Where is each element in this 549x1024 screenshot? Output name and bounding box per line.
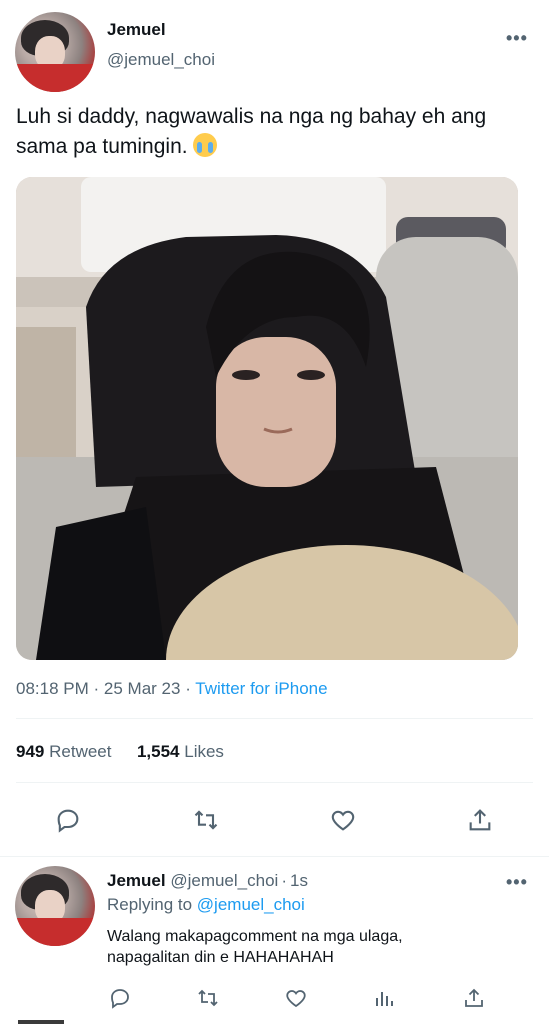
section-divider [0, 856, 549, 857]
meta-separator: · [185, 679, 191, 698]
reply-like-icon[interactable] [282, 984, 310, 1012]
like-icon[interactable] [327, 804, 359, 836]
likes-count: 1,554 [136, 742, 180, 761]
tweet-stats: 949 Retweet 1,554 Likes [16, 742, 224, 762]
photo-illustration [16, 177, 518, 660]
reply-more-options-icon[interactable]: ••• [506, 872, 528, 893]
reply-separator: · [281, 871, 287, 890]
reply-share-icon[interactable] [460, 984, 488, 1012]
retweets-stat[interactable]: 949 Retweet [16, 742, 111, 761]
reply-author-name[interactable]: Jemuel [107, 871, 166, 890]
retweets-count: 949 [16, 742, 45, 761]
divider [16, 782, 533, 783]
meta-separator: · [93, 679, 100, 698]
replying-to: Replying to @jemuel_choi [107, 895, 305, 915]
more-options-icon[interactable]: ••• [506, 28, 528, 49]
tweet-body: Luh si daddy, nagwawalis na nga ng bahay… [16, 105, 487, 158]
reply-reply-icon[interactable] [106, 984, 134, 1012]
reply-text-line-2: napagalitan din e HAHAHAHAH [107, 949, 334, 966]
share-icon[interactable] [464, 804, 496, 836]
reply-avatar[interactable] [15, 866, 95, 946]
reply-time: 1s [289, 871, 308, 890]
tweet-time: 08:18 PM [16, 679, 89, 698]
tweet-date: 25 Mar 23 [103, 679, 181, 698]
likes-label: Likes [184, 742, 224, 761]
crying-face-icon [193, 133, 218, 157]
replying-to-link[interactable]: @jemuel_choi [197, 895, 305, 914]
reply-header: Jemuel @jemuel_choi · 1s [107, 871, 308, 891]
reply-text: Walang makapagcomment na mga ulaga, napa… [107, 926, 403, 968]
retweet-icon[interactable] [190, 804, 222, 836]
tweet-meta: 08:18 PM · 25 Mar 23 · Twitter for iPhon… [16, 679, 328, 699]
retweets-label: Retweet [49, 742, 112, 761]
divider [16, 718, 533, 719]
author-avatar[interactable] [15, 12, 95, 92]
replying-to-prefix: Replying to [107, 895, 193, 914]
tweet-photo[interactable] [16, 177, 518, 660]
author-name[interactable]: Jemuel [107, 20, 166, 40]
likes-stat[interactable]: 1,554 Likes [137, 742, 224, 761]
tweet-text: Luh si daddy, nagwawalis na nga ng bahay… [16, 102, 536, 162]
tweet-source-link[interactable]: Twitter for iPhone [195, 679, 327, 698]
next-item-peek [18, 1020, 64, 1024]
author-handle[interactable]: @jemuel_choi [107, 50, 215, 70]
reply-author-handle[interactable]: @jemuel_choi [170, 871, 278, 890]
analytics-icon[interactable] [370, 984, 398, 1012]
reply-text-line-1: Walang makapagcomment na mga ulaga, [107, 928, 403, 945]
reply-icon[interactable] [52, 804, 84, 836]
reply-retweet-icon[interactable] [194, 984, 222, 1012]
